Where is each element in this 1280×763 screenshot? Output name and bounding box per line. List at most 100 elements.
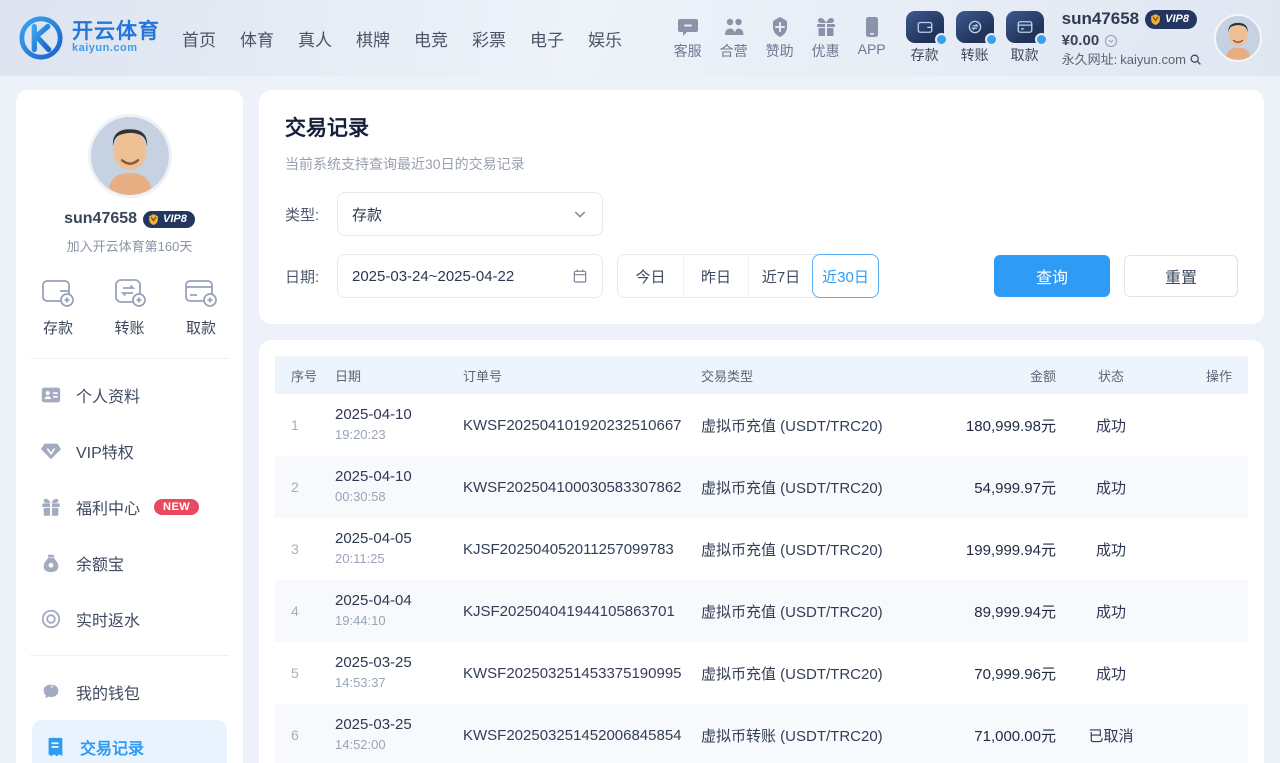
query-button[interactable]: 查询 bbox=[994, 255, 1110, 297]
row-amount: 199,999.94元 bbox=[926, 539, 1056, 560]
sidebar-item-vip[interactable]: VIP特权 bbox=[32, 423, 227, 479]
nav-chess[interactable]: 棋牌 bbox=[356, 26, 390, 51]
sidebar-avatar[interactable] bbox=[88, 114, 172, 198]
logo-title: 开云体育 bbox=[72, 21, 160, 43]
row-date-value: 2025-03-25 bbox=[335, 716, 412, 733]
transfer-badge-icon bbox=[985, 33, 998, 46]
balance-dropdown-icon[interactable] bbox=[1104, 34, 1118, 48]
nav-sports[interactable]: 体育 bbox=[240, 26, 274, 51]
sponsor-button[interactable]: 赞助 bbox=[766, 15, 794, 61]
row-order-no: KWSF202503251453375190995 bbox=[463, 665, 701, 682]
deposit-badge-icon bbox=[935, 33, 948, 46]
date-range-input[interactable] bbox=[352, 268, 552, 285]
type-filter-row: 类型: 存款 bbox=[285, 192, 1238, 236]
transfer-icon bbox=[112, 277, 148, 309]
yuebao-icon bbox=[40, 552, 62, 574]
row-no: 1 bbox=[291, 417, 335, 433]
sidebar-item-welfare[interactable]: 福利中心 NEW bbox=[32, 479, 227, 535]
deposit-icon bbox=[40, 277, 76, 309]
site-url-label: 永久网址: bbox=[1062, 51, 1118, 69]
type-label: 类型: bbox=[285, 204, 331, 225]
table-header: 序号 日期 订单号 交易类型 金额 状态 操作 bbox=[275, 356, 1248, 394]
table-row: 3 2025-04-05 20:11:25 KJSF20250405201125… bbox=[275, 518, 1248, 580]
row-status: 成功 bbox=[1056, 415, 1166, 436]
promo-icon bbox=[814, 15, 838, 39]
nav-esports[interactable]: 电竞 bbox=[414, 26, 448, 51]
site-url-value[interactable]: kaiyun.com bbox=[1120, 51, 1186, 69]
sidebar-item-rebate[interactable]: 实时返水 bbox=[32, 591, 227, 647]
sidebar-item-transaction-records[interactable]: 交易记录 bbox=[32, 720, 227, 763]
sidebar-withdraw-button[interactable]: 取款 bbox=[183, 277, 219, 338]
range-yesterday-button[interactable]: 昨日 bbox=[683, 255, 748, 297]
row-date: 2025-04-04 19:44:10 bbox=[335, 591, 463, 632]
range-30days-button[interactable]: 近30日 bbox=[812, 254, 879, 298]
date-range-picker[interactable] bbox=[337, 254, 603, 298]
withdraw-icon bbox=[183, 277, 219, 309]
kaiyun-logo-icon bbox=[18, 15, 64, 61]
row-time-value: 19:20:23 bbox=[335, 427, 386, 442]
partner-icon bbox=[722, 15, 746, 39]
nav-slots[interactable]: 电子 bbox=[530, 26, 564, 51]
row-time-value: 19:44:10 bbox=[335, 613, 386, 628]
col-header-type: 交易类型 bbox=[701, 366, 926, 385]
app-label: APP bbox=[858, 41, 886, 57]
deposit-button[interactable]: 存款 bbox=[906, 11, 944, 65]
reset-button[interactable]: 重置 bbox=[1124, 255, 1238, 297]
nav-home[interactable]: 首页 bbox=[182, 26, 216, 51]
vip-label: VIP8 bbox=[163, 213, 187, 225]
records-table-card: 序号 日期 订单号 交易类型 金额 状态 操作 1 2025-04-10 19:… bbox=[259, 340, 1264, 763]
avatar-image bbox=[1216, 16, 1260, 60]
withdraw-icon bbox=[1006, 11, 1044, 43]
row-no: 4 bbox=[291, 603, 335, 619]
withdraw-button[interactable]: 取款 bbox=[1006, 11, 1044, 65]
transfer-button[interactable]: 转账 bbox=[956, 11, 994, 65]
row-date-value: 2025-04-10 bbox=[335, 468, 412, 485]
menu-label: 福利中心 bbox=[76, 495, 140, 519]
header-avatar[interactable] bbox=[1214, 14, 1262, 62]
withdraw-badge-icon bbox=[1035, 33, 1048, 46]
header-username[interactable]: sun47658 bbox=[1062, 8, 1140, 31]
row-amount: 54,999.97元 bbox=[926, 477, 1056, 498]
search-icon[interactable] bbox=[1189, 53, 1202, 66]
sponsor-label: 赞助 bbox=[766, 41, 794, 61]
sidebar-item-profile[interactable]: 个人资料 bbox=[32, 367, 227, 423]
table-row: 2 2025-04-10 00:30:58 KWSF20250410003058… bbox=[275, 456, 1248, 518]
sidebar-quick-actions: 存款 转账 取款 bbox=[32, 255, 227, 358]
app-button[interactable]: APP bbox=[858, 15, 886, 61]
table-row: 5 2025-03-25 14:53:37 KWSF20250325145337… bbox=[275, 642, 1248, 704]
site-logo[interactable]: 开云体育 kaiyun.com bbox=[18, 15, 160, 61]
row-amount: 89,999.94元 bbox=[926, 601, 1056, 622]
menu-label: 我的钱包 bbox=[76, 680, 140, 704]
row-status: 已取消 bbox=[1056, 725, 1166, 746]
row-status: 成功 bbox=[1056, 601, 1166, 622]
profile-icon bbox=[40, 384, 62, 406]
support-button[interactable]: 客服 bbox=[674, 15, 702, 61]
utility-group: 客服 合营 赞助 优惠 bbox=[674, 15, 886, 61]
row-order-no: KJSF202504041944105863701 bbox=[463, 603, 701, 620]
sidebar-deposit-button[interactable]: 存款 bbox=[40, 277, 76, 338]
nav-lottery[interactable]: 彩票 bbox=[472, 26, 506, 51]
new-badge: NEW bbox=[154, 499, 199, 515]
calendar-icon bbox=[572, 268, 588, 284]
sidebar-item-yuebao[interactable]: 余额宝 bbox=[32, 535, 227, 591]
nav-entertainment[interactable]: 娱乐 bbox=[588, 26, 622, 51]
support-icon bbox=[676, 15, 700, 39]
menu-label: VIP特权 bbox=[76, 439, 134, 463]
main-content: 交易记录 当前系统支持查询最近30日的交易记录 类型: 存款 日期: bbox=[259, 90, 1264, 763]
sidebar-transfer-button[interactable]: 转账 bbox=[112, 277, 148, 338]
range-today-button[interactable]: 今日 bbox=[618, 255, 683, 297]
sidebar-item-my-wallet[interactable]: 我的钱包 bbox=[32, 664, 227, 720]
partner-button[interactable]: 合营 bbox=[720, 15, 748, 61]
row-order-no: KWSF202504101920232510667 bbox=[463, 417, 701, 434]
row-order-no: KWSF202504100030583307862 bbox=[463, 479, 701, 496]
promo-button[interactable]: 优惠 bbox=[812, 15, 840, 61]
menu-label: 实时返水 bbox=[76, 607, 140, 631]
chevron-down-icon bbox=[572, 206, 588, 222]
type-select[interactable]: 存款 bbox=[337, 192, 603, 236]
row-time-value: 14:52:00 bbox=[335, 737, 386, 752]
nav-live[interactable]: 真人 bbox=[298, 26, 332, 51]
row-order-no: KWSF202503251452006845854 bbox=[463, 727, 701, 744]
deposit-label: 存款 bbox=[911, 45, 939, 65]
partner-label: 合营 bbox=[720, 41, 748, 61]
range-7days-button[interactable]: 近7日 bbox=[748, 255, 813, 297]
